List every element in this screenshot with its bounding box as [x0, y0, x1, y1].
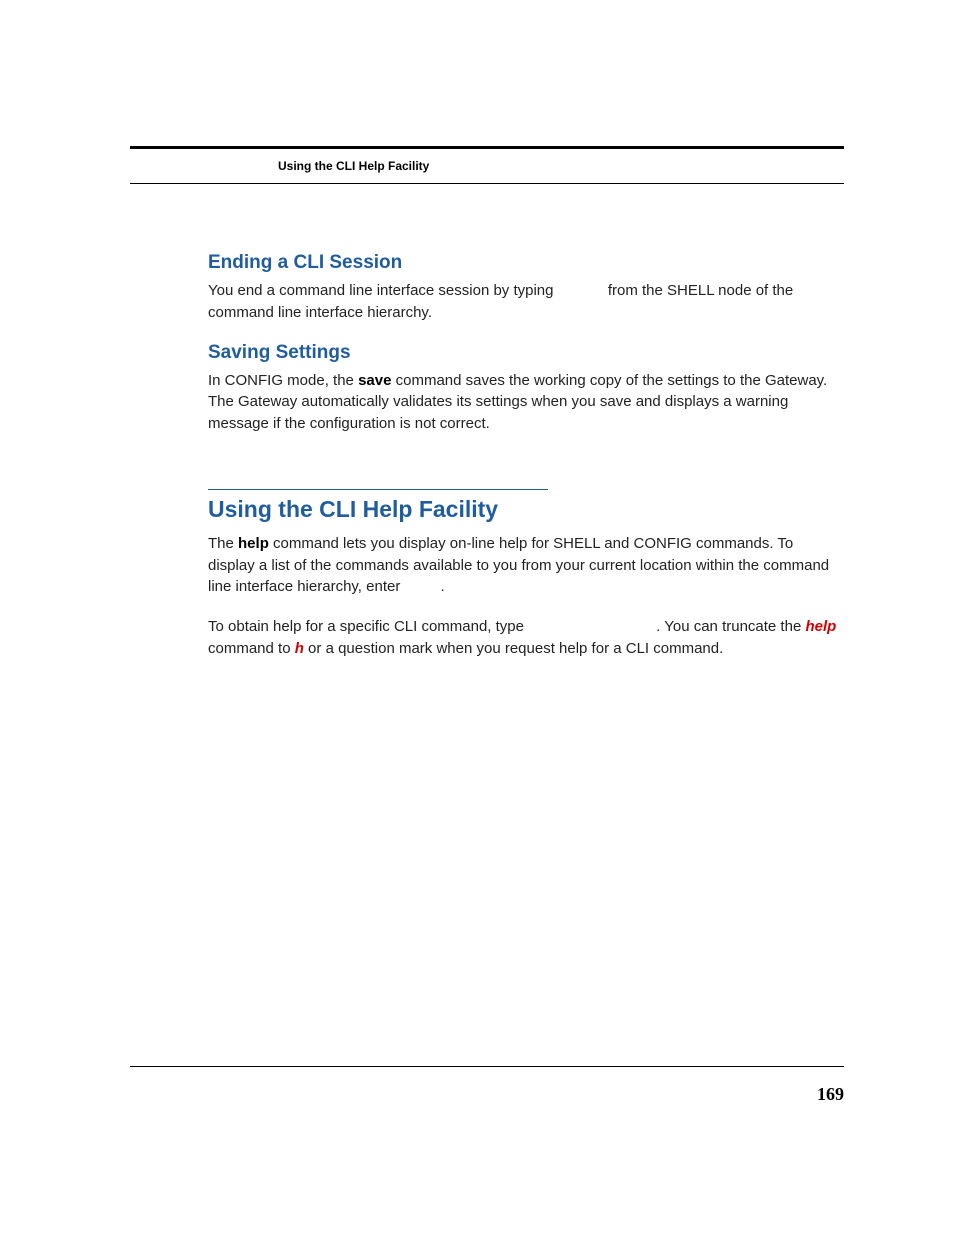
help-facility-paragraph-2: To obtain help for a specific CLI comman… [208, 616, 844, 660]
content-area: Ending a CLI Session You end a command l… [208, 184, 844, 660]
help-red-keyword: help [805, 618, 836, 635]
section-divider [208, 489, 548, 490]
text-run: command lets you display on-line help fo… [208, 535, 829, 596]
page: Using the CLI Help Facility Ending a CLI… [0, 0, 954, 1235]
text-run: In CONFIG mode, the [208, 372, 358, 389]
ending-cli-session-heading: Ending a CLI Session [208, 252, 844, 274]
using-cli-help-heading: Using the CLI Help Facility [208, 496, 844, 523]
help-facility-paragraph-1: The help command lets you display on-lin… [208, 533, 844, 598]
text-run: You end a command line interface session… [208, 282, 558, 299]
help-keyword: help [238, 535, 269, 552]
text-run: . [441, 578, 445, 595]
ending-cli-session-paragraph: You end a command line interface session… [208, 280, 844, 324]
text-run: The [208, 535, 238, 552]
text-run: . You can truncate the [656, 618, 805, 635]
save-keyword: save [358, 372, 391, 389]
running-header: Using the CLI Help Facility [278, 159, 844, 173]
saving-settings-heading: Saving Settings [208, 342, 844, 364]
top-thick-rule [130, 146, 844, 149]
text-run: To obtain help for a specific CLI comman… [208, 618, 528, 635]
saving-settings-paragraph: In CONFIG mode, the save command saves t… [208, 370, 844, 435]
text-run: command to [208, 640, 295, 657]
page-number: 169 [817, 1084, 844, 1105]
h-red-keyword: h [295, 640, 304, 657]
footer-rule [130, 1066, 844, 1067]
text-run: or a question mark when you request help… [304, 640, 723, 657]
